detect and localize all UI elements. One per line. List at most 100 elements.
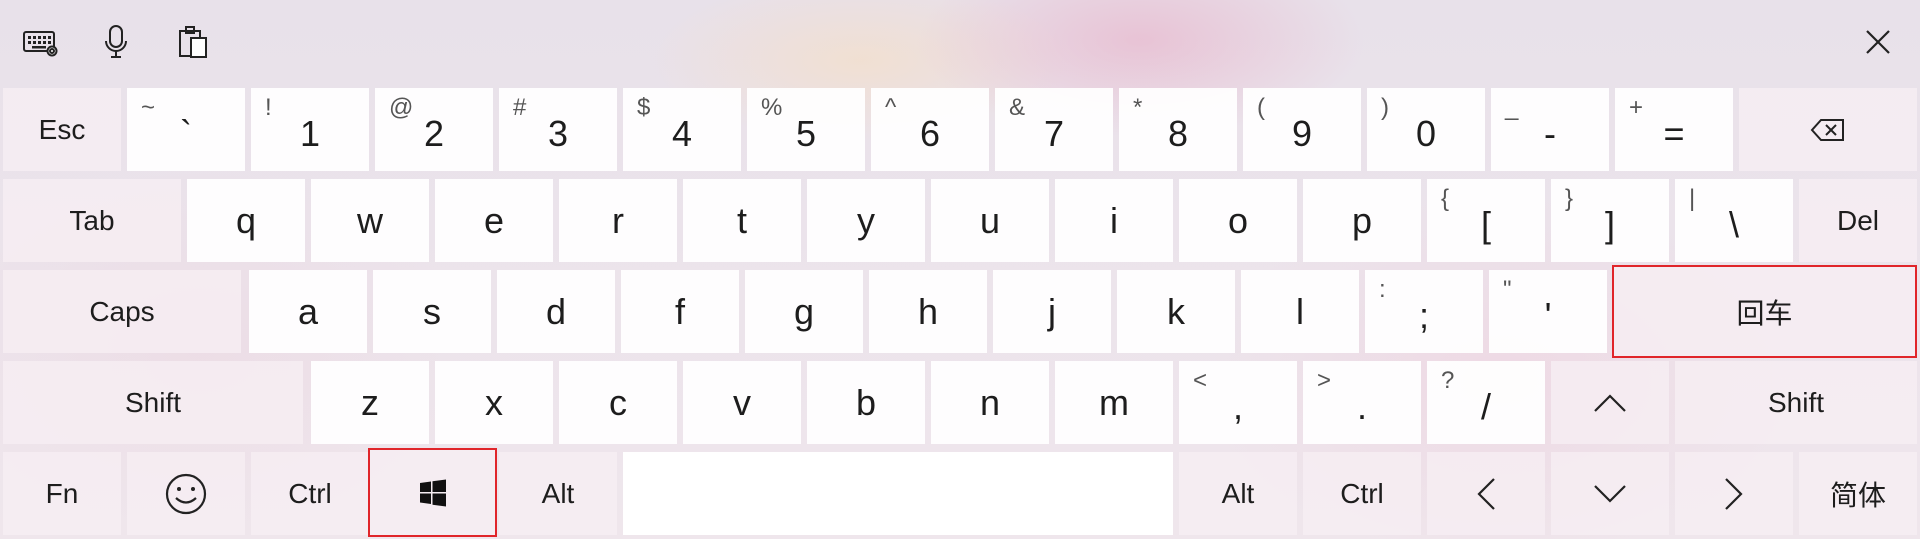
key-label: h — [917, 290, 939, 332]
key-equals[interactable]: + = — [1615, 88, 1733, 171]
key-g[interactable]: g — [745, 270, 863, 353]
key-v[interactable]: v — [683, 361, 801, 444]
key-label: a — [297, 290, 319, 332]
key-minus[interactable]: _ - — [1491, 88, 1609, 171]
key-backspace[interactable] — [1739, 88, 1917, 171]
key-r[interactable]: r — [559, 179, 677, 262]
key-primary: 2 — [423, 112, 445, 154]
key-label: y — [857, 199, 875, 241]
key-label: c — [609, 381, 627, 423]
key-q[interactable]: q — [187, 179, 305, 262]
key-label: q — [235, 199, 257, 241]
key-period[interactable]: >. — [1303, 361, 1421, 444]
key-esc[interactable]: Esc — [3, 88, 121, 171]
key-t[interactable]: t — [683, 179, 801, 262]
key-fn[interactable]: Fn — [3, 452, 121, 535]
key-f[interactable]: f — [621, 270, 739, 353]
key-slash[interactable]: ? / — [1427, 361, 1545, 444]
key-8[interactable]: * 8 — [1119, 88, 1237, 171]
key-n[interactable]: n — [931, 361, 1049, 444]
key-up[interactable] — [1551, 361, 1669, 444]
key-shift-left[interactable]: Shift — [3, 361, 303, 444]
key-ctrl-right[interactable]: Ctrl — [1303, 452, 1421, 535]
key-label: x — [485, 381, 503, 423]
key-label: 回车 — [1736, 297, 1793, 329]
key-left-bracket[interactable]: {[ — [1427, 179, 1545, 262]
key-primary: ] — [1604, 203, 1615, 245]
key-grave[interactable]: ~ ` — [127, 88, 245, 171]
key-4[interactable]: $4 — [623, 88, 741, 171]
key-1[interactable]: ! 1 — [251, 88, 369, 171]
key-i[interactable]: i — [1055, 179, 1173, 262]
key-backslash[interactable]: | \ — [1675, 179, 1793, 262]
key-primary: = — [1663, 112, 1685, 154]
key-primary: , — [1232, 385, 1243, 427]
key-primary: 0 — [1415, 112, 1437, 154]
key-primary: 6 — [919, 112, 941, 154]
key-5[interactable]: % 5 — [747, 88, 865, 171]
key-semicolon[interactable]: :; — [1365, 270, 1483, 353]
key-label: Caps — [89, 295, 155, 327]
key-9[interactable]: (9 — [1243, 88, 1361, 171]
key-quote[interactable]: " ' — [1489, 270, 1607, 353]
key-language[interactable]: 简体 — [1799, 452, 1917, 535]
key-6[interactable]: ^ 6 — [871, 88, 989, 171]
key-label: z — [361, 381, 379, 423]
key-label: Fn — [45, 477, 79, 509]
key-left[interactable] — [1427, 452, 1545, 535]
key-label: e — [483, 199, 505, 241]
key-enter[interactable]: 回车 — [1612, 265, 1917, 358]
key-u[interactable]: u — [931, 179, 1049, 262]
windows-logo-icon — [370, 450, 495, 535]
key-3[interactable]: #3 — [499, 88, 617, 171]
key-2[interactable]: @2 — [375, 88, 493, 171]
key-comma[interactable]: <, — [1179, 361, 1297, 444]
key-space[interactable] — [623, 452, 1173, 535]
key-m[interactable]: m — [1055, 361, 1173, 444]
key-del[interactable]: Del — [1799, 179, 1917, 262]
key-y[interactable]: y — [807, 179, 925, 262]
key-c[interactable]: c — [559, 361, 677, 444]
key-emoji[interactable] — [127, 452, 245, 535]
chevron-down-icon — [1551, 452, 1669, 535]
chevron-up-icon — [1551, 361, 1669, 444]
key-j[interactable]: j — [993, 270, 1111, 353]
key-l[interactable]: l — [1241, 270, 1359, 353]
key-label: r — [612, 199, 624, 241]
key-e[interactable]: e — [435, 179, 553, 262]
key-p[interactable]: p — [1303, 179, 1421, 262]
key-b[interactable]: b — [807, 361, 925, 444]
key-right[interactable] — [1675, 452, 1793, 535]
key-w[interactable]: w — [311, 179, 429, 262]
key-primary: 9 — [1291, 112, 1313, 154]
key-s[interactable]: s — [373, 270, 491, 353]
key-label: t — [736, 199, 747, 241]
key-primary: ' — [1544, 294, 1552, 336]
key-label: Shift — [124, 386, 182, 418]
key-caps[interactable]: Caps — [3, 270, 241, 353]
key-label: Del — [1836, 204, 1879, 236]
key-z[interactable]: z — [311, 361, 429, 444]
key-ctrl-left[interactable]: Ctrl — [251, 452, 369, 535]
key-h[interactable]: h — [869, 270, 987, 353]
key-0[interactable]: ) 0 — [1367, 88, 1485, 171]
key-alt-right[interactable]: Alt — [1179, 452, 1297, 535]
key-primary: ; — [1418, 294, 1429, 336]
key-down[interactable] — [1551, 452, 1669, 535]
key-a[interactable]: a — [249, 270, 367, 353]
key-k[interactable]: k — [1117, 270, 1235, 353]
key-primary: 5 — [795, 112, 817, 154]
key-o[interactable]: o — [1179, 179, 1297, 262]
key-windows[interactable] — [368, 448, 497, 537]
emoji-icon — [127, 452, 245, 535]
key-label: Alt — [541, 477, 575, 509]
key-shift-right[interactable]: Shift — [1675, 361, 1917, 444]
key-tab[interactable]: Tab — [3, 179, 181, 262]
key-label: w — [357, 199, 383, 241]
key-alt-left[interactable]: Alt — [499, 452, 617, 535]
key-label: f — [674, 290, 685, 332]
key-right-bracket[interactable]: }] — [1551, 179, 1669, 262]
key-7[interactable]: & 7 — [995, 88, 1113, 171]
key-d[interactable]: d — [497, 270, 615, 353]
key-x[interactable]: x — [435, 361, 553, 444]
